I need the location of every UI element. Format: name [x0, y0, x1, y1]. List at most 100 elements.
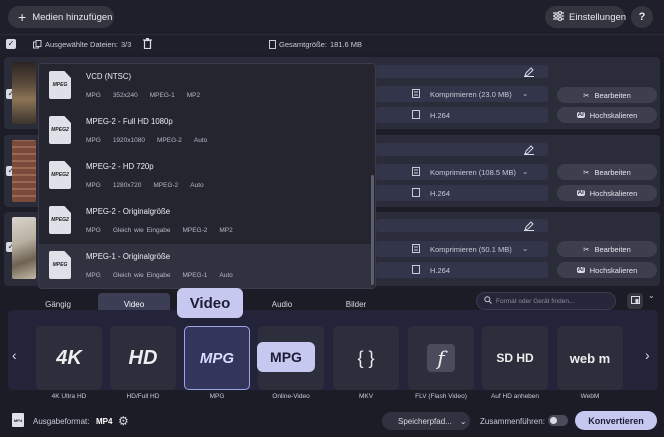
edit-label: Bearbeiten	[594, 244, 631, 254]
format-tile-4k[interactable]: 4K	[36, 326, 102, 390]
add-media-button[interactable]: + Medien hinzufügen	[8, 6, 114, 28]
merge-label: Zusammenführen:	[480, 417, 545, 426]
carousel-next-icon[interactable]: ›	[645, 347, 650, 363]
preset-specs: MPG 1280x720 MPEG-2 Auto	[86, 182, 204, 189]
mpeg2-file-icon: MPEG2	[49, 161, 71, 189]
compress-icon	[412, 89, 420, 100]
format-tile-upscale-hd[interactable]: SD HD	[482, 326, 548, 390]
chevron-down-icon[interactable]: ⌄	[522, 244, 528, 253]
mpg-icon: MPG	[199, 349, 235, 367]
codec-field[interactable]	[376, 262, 548, 278]
format-label: MPG	[209, 393, 225, 400]
output-format-value[interactable]: MP4	[96, 417, 112, 426]
selected-files-count: 3/3	[120, 40, 132, 49]
video-thumbnail[interactable]	[12, 217, 36, 279]
format-label: HD/Full HD	[126, 393, 160, 400]
codec-label: H.264	[430, 189, 451, 198]
device-icon	[630, 295, 640, 307]
mpeg2-file-icon: MPEG2	[49, 206, 71, 234]
sd-to-hd-icon: SD HD	[496, 351, 534, 365]
total-size-label: Gesamtgröße:	[279, 40, 327, 49]
search-icon	[484, 296, 492, 306]
edit-button[interactable]: ✂ Bearbeiten	[557, 241, 657, 257]
preset-name: MPEG-2 - Originalgröße	[86, 207, 171, 216]
selected-files-label: Ausgewählte Dateien:	[45, 40, 118, 49]
save-path-dropdown[interactable]: Speicherpfad... ⌄	[382, 412, 470, 430]
settings-button[interactable]: Einstellungen	[545, 6, 626, 28]
compress-label: Komprimieren (50.1 MB)	[430, 245, 512, 254]
filename-field[interactable]	[376, 143, 548, 156]
hd-video-icon: HD	[128, 346, 158, 369]
trash-icon[interactable]	[143, 38, 152, 51]
edit-pencil-icon[interactable]	[524, 221, 534, 233]
upscale-button[interactable]: AI Hochskalieren	[557, 262, 657, 278]
format-label: FLV (Flash Video)	[415, 393, 467, 400]
format-label: Auf HD anheben	[490, 393, 540, 400]
chevron-down-icon[interactable]: ⌄	[522, 167, 528, 176]
format-tile-webm[interactable]: web m	[557, 326, 623, 390]
carousel-prev-icon[interactable]: ‹	[12, 347, 17, 363]
codec-field[interactable]	[376, 185, 548, 201]
preset-name: MPEG-2 - HD 720p	[86, 162, 154, 171]
codec-field[interactable]	[376, 107, 548, 123]
format-tile-flv[interactable]: f	[408, 326, 474, 390]
webm-icon: web m	[569, 350, 611, 366]
format-label: 4K Ultra HD	[51, 393, 87, 400]
format-label: MKV	[358, 393, 374, 400]
format-tile-mkv[interactable]: { }	[333, 326, 399, 390]
upscale-button[interactable]: AI Hochskalieren	[557, 107, 657, 123]
preset-item-selected[interactable]: MPEG MPEG-1 - Originalgröße MPG Gleich wi…	[39, 244, 373, 288]
preset-name: MPEG-2 - Full HD 1080p	[86, 117, 173, 126]
collapse-chevron-icon[interactable]: ⌄	[648, 291, 655, 300]
preset-specs: MPG 352x240 MPEG-1 MP2	[86, 92, 201, 99]
codec-label: H.264	[430, 111, 451, 120]
video-thumbnail[interactable]	[12, 62, 36, 124]
mp4-file-icon: MP4	[12, 413, 24, 427]
codec-icon	[412, 265, 420, 276]
merge-toggle[interactable]	[548, 415, 568, 426]
compress-label: Komprimieren (108.5 MB)	[430, 168, 516, 177]
codec-icon	[412, 188, 420, 199]
edit-pencil-icon[interactable]	[524, 67, 534, 79]
video-thumbnail[interactable]	[12, 140, 36, 202]
preset-name: MPEG-1 - Originalgröße	[86, 252, 171, 261]
ai-icon: AI	[576, 190, 585, 196]
popup-scrollbar[interactable]	[371, 175, 374, 285]
format-search-field[interactable]: Format oder Gerät finden...	[476, 292, 616, 310]
select-all-checkbox[interactable]: ✓	[6, 39, 16, 49]
format-tile-hd[interactable]: HD	[110, 326, 176, 390]
scissors-icon: ✂	[583, 90, 590, 100]
document-icon	[269, 40, 276, 51]
chevron-down-icon[interactable]: ⌄	[522, 89, 528, 98]
output-format-label: Ausgabeformat:	[33, 417, 90, 426]
edit-button[interactable]: ✂ Bearbeiten	[557, 87, 657, 103]
chevron-down-icon: ⌄	[459, 416, 467, 426]
settings-sliders-icon	[553, 10, 564, 24]
preset-item[interactable]: MPEG VCD (NTSC) MPG 352x240 MPEG-1 MP2	[39, 64, 373, 109]
edit-button[interactable]: ✂ Bearbeiten	[557, 164, 657, 180]
toggle-knob	[550, 417, 557, 424]
ai-icon: AI	[576, 112, 585, 118]
codec-icon	[412, 110, 420, 121]
output-settings-gear-icon[interactable]: ⚙	[118, 414, 129, 428]
preset-item[interactable]: MPEG2 MPEG-2 - Originalgröße MPG Gleich w…	[39, 199, 373, 244]
flash-icon: f	[427, 344, 455, 372]
4k-icon: 4K	[56, 346, 82, 369]
help-button[interactable]: ?	[631, 6, 653, 28]
device-detect-button[interactable]	[627, 293, 643, 309]
edit-pencil-icon[interactable]	[524, 145, 534, 157]
preset-dropdown-menu: MPEG VCD (NTSC) MPG 352x240 MPEG-1 MP2 MPEG…	[38, 63, 376, 289]
search-input[interactable]: Format oder Gerät finden...	[496, 298, 574, 305]
upscale-button[interactable]: AI Hochskalieren	[557, 185, 657, 201]
mpg-callout: MPG	[257, 342, 315, 372]
scissors-icon: ✂	[583, 167, 590, 177]
plus-icon: +	[18, 9, 27, 25]
preset-item[interactable]: MPEG2 MPEG-2 - Full HD 1080p MPG 1920x108…	[39, 109, 373, 154]
preset-item[interactable]: MPEG2 MPEG-2 - HD 720p MPG 1280x720 MPEG-2…	[39, 154, 373, 199]
filename-field[interactable]	[376, 219, 548, 232]
convert-button[interactable]: Konvertieren	[575, 411, 657, 430]
format-tile-mpg[interactable]: MPG	[184, 326, 250, 390]
upscale-label: Hochskalieren	[589, 265, 638, 275]
mkv-icon: { }	[357, 347, 375, 368]
filename-field[interactable]	[376, 65, 548, 78]
